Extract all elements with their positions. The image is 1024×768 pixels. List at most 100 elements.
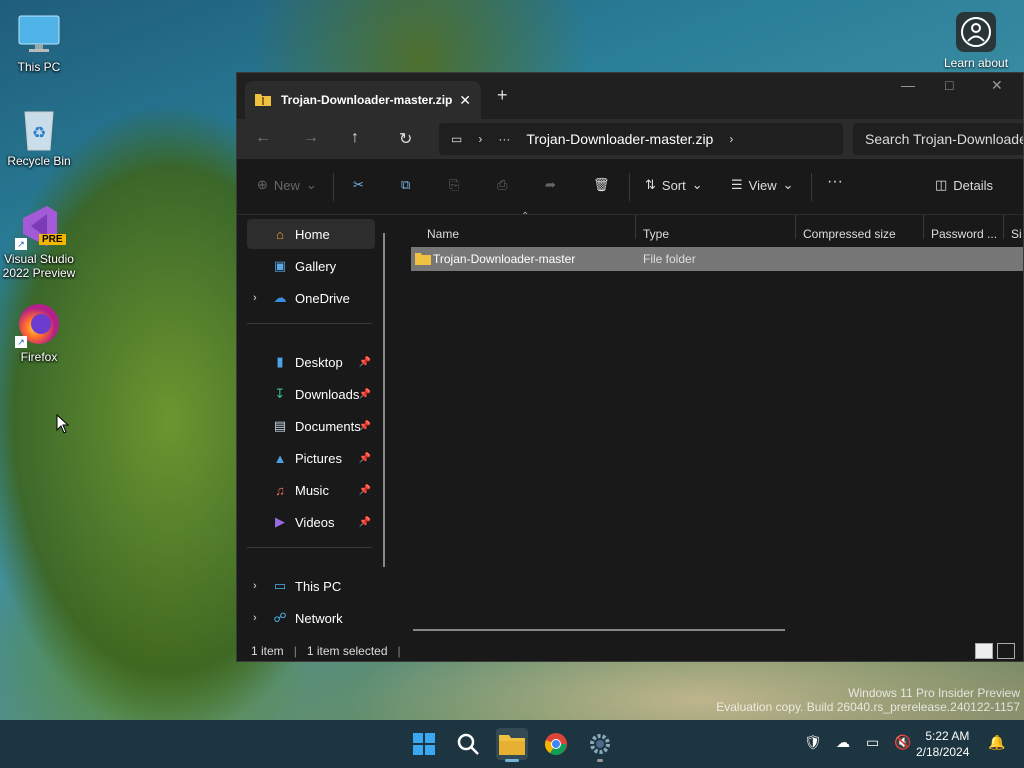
view-button[interactable]: ☰ View ⌄ (731, 177, 794, 193)
nav-label: Videos (295, 514, 335, 530)
windows-logo-icon (413, 733, 435, 755)
refresh-button[interactable]: ↻ (399, 129, 412, 149)
share-button[interactable]: ➦ (545, 177, 556, 193)
tiles-view-button[interactable] (997, 643, 1015, 659)
zip-folder-icon (255, 92, 271, 109)
tab-active[interactable]: Trojan-Downloader-master.zip ✕ (245, 81, 481, 119)
desktop-icon-firefox[interactable]: ↗ Firefox (1, 302, 77, 364)
pin-icon: 📌 (358, 516, 371, 528)
close-tab-icon[interactable]: ✕ (459, 92, 471, 109)
pin-icon: 📌 (358, 452, 371, 464)
notification-bell-icon[interactable]: 🔔 (988, 734, 1005, 751)
clock-date: 2/18/2024 (916, 745, 970, 759)
nav-item-home[interactable]: ⌂ Home (247, 219, 375, 249)
sort-label: Sort (661, 177, 686, 193)
back-button[interactable]: ← (255, 129, 271, 147)
chevron-right-icon[interactable]: › (253, 292, 257, 304)
active-indicator (505, 759, 519, 762)
new-tab-button[interactable]: + (497, 85, 508, 106)
forward-button[interactable]: → (303, 129, 319, 147)
nav-item-desktop[interactable]: ▮ Desktop 📌 (247, 347, 375, 377)
up-button[interactable]: ↑ (351, 129, 359, 147)
table-row[interactable]: Trojan-Downloader-master File folder (411, 247, 1023, 271)
view-list-icon: ☰ (731, 177, 743, 192)
shortcut-arrow-icon: ↗ (15, 238, 27, 250)
chevron-right-icon[interactable]: › (729, 132, 733, 146)
nav-label: Pictures (295, 450, 342, 466)
chevron-right-icon[interactable]: › (253, 580, 257, 592)
trash-icon: 🗑 (593, 177, 610, 192)
start-button[interactable] (408, 728, 440, 760)
nav-scrollbar[interactable] (383, 233, 385, 567)
see-more-button[interactable]: ··· (827, 173, 843, 191)
new-button[interactable]: ⊕ New ⌄ (257, 177, 317, 193)
horizontal-scrollbar[interactable] (413, 629, 785, 631)
pin-icon: 📌 (358, 388, 371, 400)
learn-about-picture[interactable]: Learn about (940, 12, 1012, 70)
column-header-type[interactable]: Type (643, 227, 669, 241)
sort-button[interactable]: ⇅ Sort ⌄ (645, 177, 703, 193)
rename-button[interactable]: ⎙ (497, 177, 507, 193)
chevron-right-icon[interactable]: › (253, 612, 257, 624)
details-view-button[interactable] (975, 643, 993, 659)
nav-item-downloads[interactable]: ↧ Downloads 📌 (247, 379, 375, 409)
nav-label: This PC (295, 578, 342, 594)
nav-item-this-pc[interactable]: › ▭ This PC (247, 571, 375, 601)
recycle-bin-icon: ♻ (17, 106, 61, 151)
visual-studio-icon: PRE ↗ (15, 204, 66, 250)
nav-label: Documents (295, 418, 361, 434)
minimize-button[interactable]: — (901, 77, 915, 93)
shortcut-arrow-icon: ↗ (15, 336, 27, 348)
computer-icon: ▭ (451, 132, 463, 146)
column-header-compressed-size[interactable]: Compressed size (803, 227, 896, 241)
breadcrumb[interactable]: Trojan-Downloader-master.zip (526, 131, 713, 147)
chrome-taskbar-button[interactable] (540, 728, 572, 760)
details-button[interactable]: ◫ Details (935, 177, 993, 193)
nav-item-videos[interactable]: ▶ Videos 📌 (247, 507, 375, 537)
search-input[interactable]: Search Trojan-Downloader-master.zip (853, 123, 1023, 155)
desktop-icon-this-pc[interactable]: This PC (1, 12, 77, 74)
desktop-icon-label: This PC (17, 60, 61, 74)
more-path-button[interactable]: ··· (498, 132, 510, 146)
music-icon: ♫ (275, 482, 285, 498)
close-window-button[interactable]: ✕ (991, 77, 1003, 94)
column-header-name[interactable]: Name (427, 227, 459, 241)
onedrive-offline-icon[interactable]: ☁ (836, 734, 850, 751)
pin-icon: 📌 (358, 484, 371, 496)
volume-muted-icon[interactable]: 🔇 (894, 734, 911, 751)
defender-warning-icon[interactable]: 🛡 (804, 734, 822, 751)
running-indicator (597, 759, 603, 762)
nav-item-gallery[interactable]: ▣ Gallery (247, 251, 375, 281)
maximize-button[interactable]: □ (945, 77, 953, 93)
camera-icon (956, 12, 996, 52)
nav-item-pictures[interactable]: ▲ Pictures 📌 (247, 443, 375, 473)
desktop-icon-visual-studio[interactable]: PRE ↗ Visual Studio 2022 Preview (1, 204, 77, 280)
copy-button[interactable]: ⧉ (401, 177, 410, 193)
nav-item-onedrive[interactable]: › ☁ OneDrive (247, 283, 375, 313)
nav-item-network[interactable]: › ☍ Network (247, 603, 375, 633)
column-header-password[interactable]: Password ... (931, 227, 997, 241)
desktop-icon-label: Recycle Bin (7, 154, 71, 168)
nav-item-documents[interactable]: ▤ Documents 📌 (247, 411, 375, 441)
column-header-size[interactable]: Si (1011, 227, 1022, 241)
clock[interactable]: 5:22 AM 2/18/2024 (916, 728, 969, 760)
nav-item-music[interactable]: ♫ Music 📌 (247, 475, 375, 505)
monitor-icon: ▭ (273, 578, 287, 593)
tab-title: Trojan-Downloader-master.zip (281, 93, 453, 107)
clipboard-icon: ⎘ (449, 177, 460, 192)
file-explorer-taskbar-button[interactable] (496, 728, 528, 762)
network-disconnected-icon[interactable]: ▭ (866, 734, 879, 751)
gear-icon (590, 734, 610, 754)
paste-button[interactable]: ⎘ (449, 177, 459, 193)
desktop-icon-label: Firefox (20, 350, 58, 364)
watermark-line: Windows 11 Pro Insider Preview (848, 686, 1020, 700)
settings-taskbar-button[interactable] (584, 728, 616, 762)
navigation-pane: ⌂ Home ▣ Gallery › ☁ OneDrive ▮ Desktop … (237, 215, 387, 635)
network-icon: ☍ (273, 610, 287, 625)
copy-icon: ⧉ (401, 177, 411, 192)
desktop-icon-recycle-bin[interactable]: ♻ Recycle Bin (1, 106, 77, 168)
delete-button[interactable]: 🗑 (593, 177, 610, 193)
search-button[interactable] (452, 728, 484, 760)
cut-button[interactable]: ✂ (353, 177, 364, 193)
address-box[interactable]: ▭ › ··· Trojan-Downloader-master.zip › (439, 123, 843, 155)
